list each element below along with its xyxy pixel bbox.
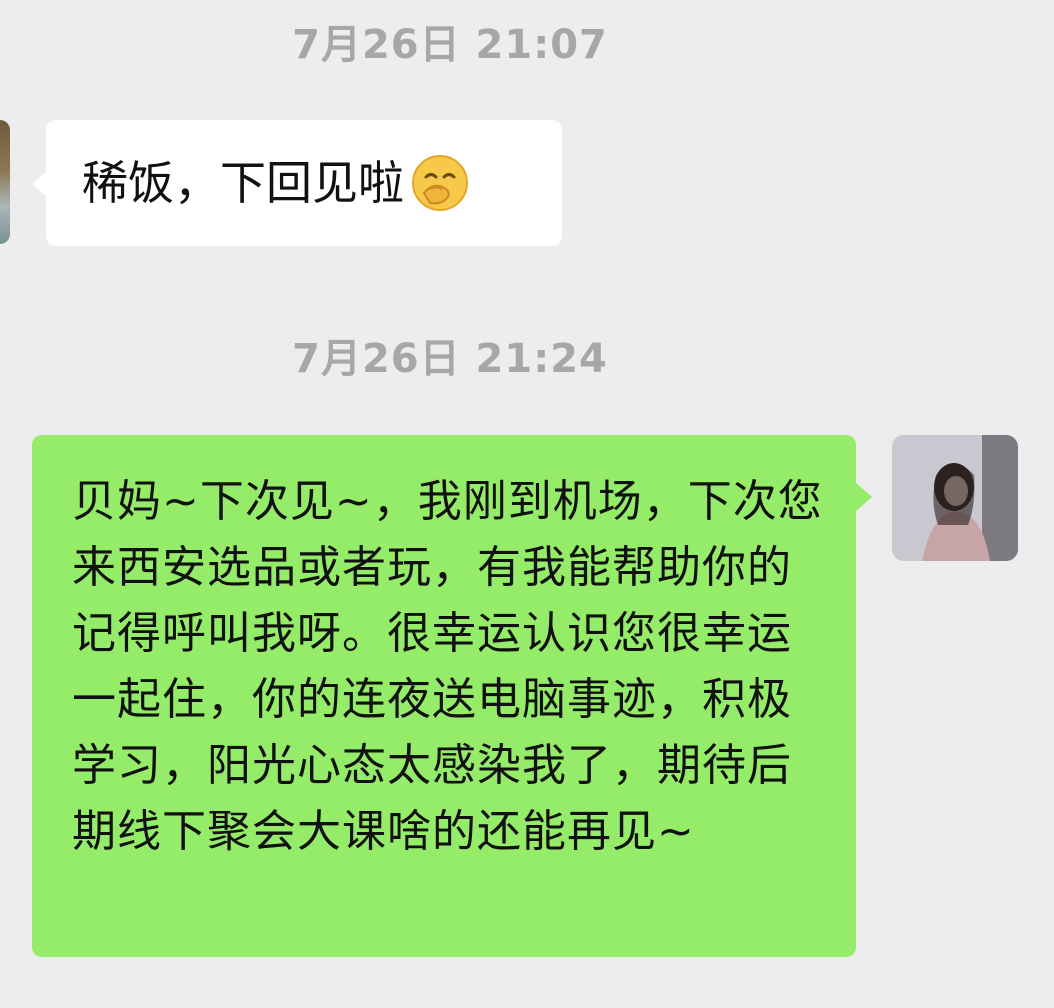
message-timestamp: 7月26日 21:24 (292, 336, 608, 382)
user-avatar[interactable] (892, 435, 1018, 561)
smirk-face-emoji-icon (410, 153, 470, 213)
outgoing-message-bubble[interactable]: 贝妈~下次见~，我刚到机场，下次您来西安选品或者玩，有我能帮助你的记得呼叫我呀。… (32, 435, 872, 957)
incoming-message-bubble[interactable]: 稀饭，下回见啦 (32, 120, 562, 246)
incoming-message-text: 稀饭，下回见啦 (82, 156, 404, 210)
contact-avatar[interactable] (0, 120, 10, 244)
message-timestamp: 7月26日 21:07 (292, 22, 608, 68)
outgoing-message-text: 贝妈~下次见~，我刚到机场，下次您来西安选品或者玩，有我能帮助你的记得呼叫我呀。… (72, 476, 823, 857)
